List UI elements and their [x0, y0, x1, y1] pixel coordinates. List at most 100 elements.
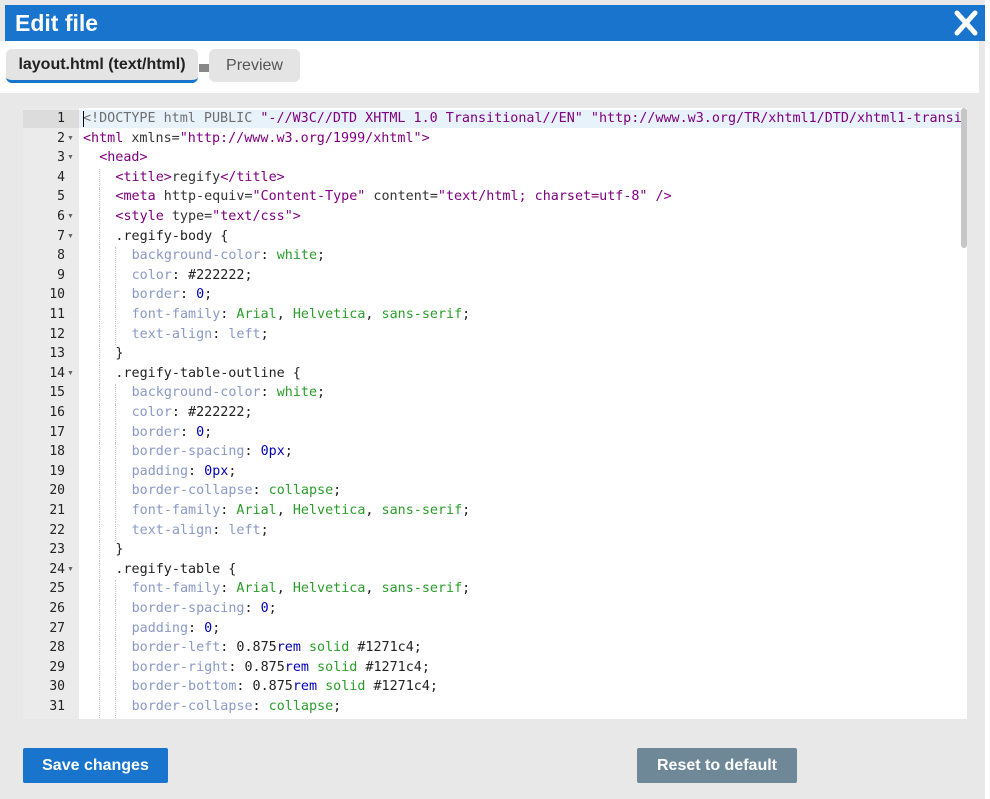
line-number: 13: [49, 346, 65, 362]
code-line: border-collapse: collapse;: [132, 699, 342, 714]
code-token: "http://www.w3.org/TR/xhtml1/DTD/xhtml1-…: [590, 111, 967, 126]
line-number: 31: [49, 699, 65, 714]
code-token: rem: [292, 679, 318, 695]
code-token: :: [179, 287, 197, 303]
line-number: 28: [49, 640, 65, 656]
code-token: ;: [317, 248, 326, 264]
code-token: :: [188, 620, 205, 636]
code-token: #1271c4;: [357, 659, 430, 675]
line-number: 22: [49, 522, 65, 538]
code-editor[interactable]: 1 <!DOCTYPE html PUBLIC "-//W3C//DTD XHTM…: [23, 108, 967, 719]
line-number: 2: [57, 130, 65, 146]
editor-scrollbar[interactable]: [961, 108, 967, 248]
code-line: .regify-table-outline {: [115, 366, 300, 381]
edit-file-dialog: Edit file layout.html (text/html) Previe…: [0, 0, 985, 799]
code-token: .regify-table {: [115, 561, 237, 577]
reset-to-default-button[interactable]: Reset to default: [637, 748, 797, 783]
code-token: Helvetica: [292, 307, 366, 322]
indent-guide: [115, 698, 117, 718]
code-token: <title>: [115, 169, 172, 185]
code-line: border-bottom: 0.875rem solid #1271c4;: [132, 679, 438, 694]
indent-guide: [99, 364, 101, 385]
code-line: border-left: 0.875rem solid #1271c4;: [132, 640, 422, 655]
code-token: ,: [276, 581, 293, 597]
code-token: : #222222;: [171, 405, 253, 420]
code-token: padding: [131, 463, 189, 479]
dialog-title: Edit file: [15, 10, 99, 36]
code-token: sans-serif: [381, 581, 463, 597]
code-token: white: [276, 385, 318, 401]
indent-guide: [115, 678, 117, 698]
fold-toggle-icon[interactable]: ▼: [67, 212, 76, 221]
code-token: :: [244, 444, 261, 460]
line-number: 3: [57, 150, 65, 166]
code-token: Helvetica: [292, 503, 366, 518]
indent-guide: [99, 286, 101, 306]
code-token: "http://www.w3.org/1999/xhtml": [179, 130, 422, 146]
save-changes-button[interactable]: Save changes: [23, 748, 168, 783]
code-token: content=: [365, 189, 438, 205]
code-token: />: [647, 189, 672, 205]
code-token: ,: [276, 503, 293, 518]
code-line: border-right: 0.875rem solid #1271c4;: [132, 660, 430, 675]
code-token: }: [115, 542, 124, 558]
dialog-titlebar: Edit file: [5, 5, 985, 41]
line-number: 9: [57, 267, 65, 283]
code-token: text-align: [131, 522, 213, 538]
code-token: font-family: [131, 503, 221, 518]
code-token: : 0.875: [236, 679, 293, 695]
indent-guide: [99, 462, 101, 483]
code-token: #1271c4;: [349, 640, 422, 656]
indent-guide: [99, 658, 101, 679]
code-token: border-spacing: [131, 444, 245, 460]
code-token: collapse: [268, 483, 334, 499]
line-number: 8: [57, 248, 65, 264]
code-token: :: [188, 463, 205, 479]
code-token: :: [252, 483, 269, 499]
indent-guide: [115, 619, 117, 640]
code-line: <meta http-equiv="Content-Type" content=…: [115, 189, 671, 204]
code-token: border-spacing: [131, 601, 245, 616]
line-number: 6: [57, 209, 65, 224]
indent-guide: [99, 502, 101, 522]
code-token: solid: [325, 679, 366, 695]
tab-layout-html[interactable]: layout.html (text/html): [6, 49, 198, 83]
line-number: 1: [57, 111, 65, 126]
line-number: 11: [49, 307, 65, 322]
line-number: 23: [49, 542, 65, 558]
indent-guide: [99, 619, 101, 640]
indent-guide: [99, 541, 101, 561]
page-edge: [985, 0, 990, 799]
code-token: ;: [284, 444, 293, 460]
indent-guide: [99, 423, 101, 444]
indent-guide: [99, 345, 101, 365]
line-number: 7: [57, 228, 65, 244]
line-number: 24: [49, 561, 65, 577]
close-icon[interactable]: [953, 8, 979, 38]
indent-guide: [99, 227, 101, 248]
code-line: background-color: white;: [132, 385, 326, 400]
code-token: .regify-table-outline {: [115, 365, 301, 381]
indent-guide: [115, 639, 117, 659]
code-token: border-right: [131, 659, 229, 675]
fold-toggle-icon[interactable]: ▼: [67, 134, 76, 143]
code-line: background-color: white;: [132, 248, 326, 263]
code-token: ;: [212, 620, 221, 636]
tab-preview[interactable]: Preview: [209, 49, 300, 82]
code-token: xmlns=: [123, 130, 180, 146]
fold-toggle-icon[interactable]: ▼: [67, 565, 76, 574]
code-token: 0: [260, 601, 269, 616]
fold-toggle-icon[interactable]: ▼: [67, 153, 76, 162]
code-line: border: 0;: [132, 287, 213, 302]
indent-guide: [99, 384, 101, 404]
indent-guide: [99, 208, 101, 228]
code-token: :: [179, 424, 197, 440]
line-number: 30: [49, 679, 65, 695]
fold-toggle-icon[interactable]: ▼: [67, 369, 76, 378]
code-token: :: [220, 307, 237, 322]
code-line: <head>: [99, 150, 147, 165]
indent-guide: [115, 423, 117, 444]
fold-toggle-icon[interactable]: ▼: [67, 232, 76, 241]
line-number: 15: [49, 385, 65, 401]
